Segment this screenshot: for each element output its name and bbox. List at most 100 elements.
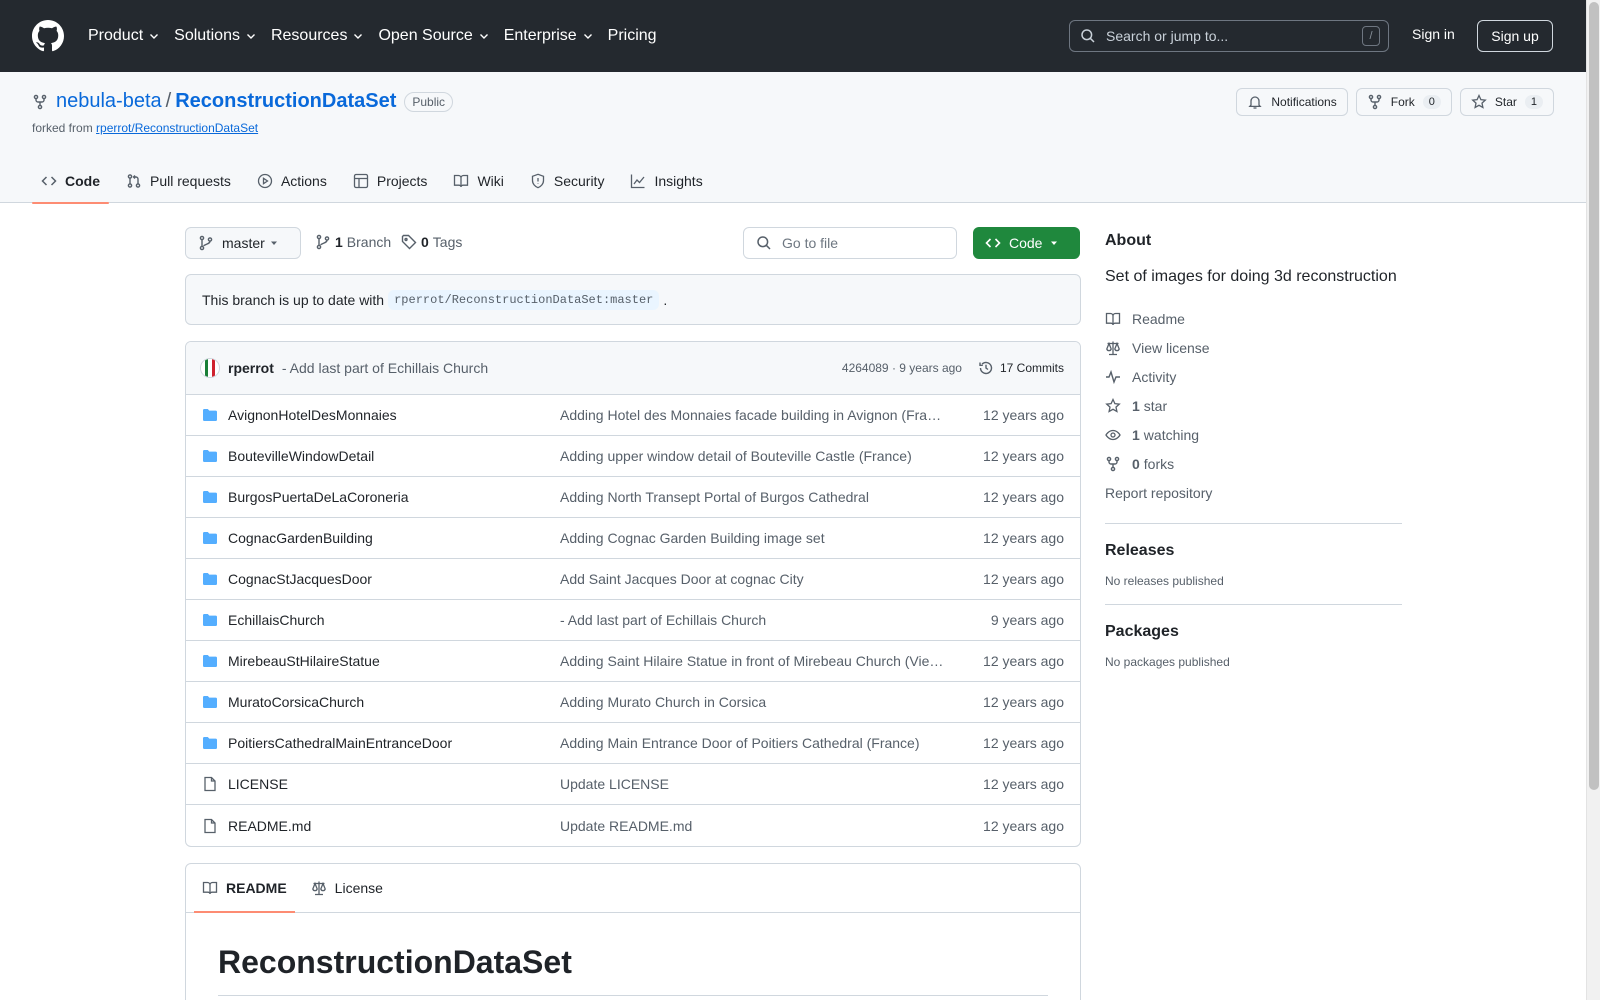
sign-up-button[interactable]: Sign up — [1477, 20, 1553, 52]
page-scrollbar[interactable] — [1586, 0, 1600, 1000]
report-repository-link[interactable]: Report repository — [1105, 478, 1402, 507]
repo-name-link[interactable]: ReconstructionDataSet — [175, 90, 396, 113]
file-commit-message-link[interactable]: Adding Main Entrance Door of Poitiers Ca… — [560, 735, 946, 751]
packages-title[interactable]: Packages — [1105, 623, 1402, 641]
file-name-link[interactable]: CognacStJacquesDoor — [228, 571, 560, 587]
packages-note: No packages published — [1105, 655, 1230, 669]
file-commit-message-link[interactable]: Adding North Transept Portal of Burgos C… — [560, 489, 946, 505]
tab-pull-requests[interactable]: Pull requests — [117, 158, 240, 203]
file-row[interactable]: BurgosPuertaDeLaCoroneria Adding North Tr… — [186, 477, 1080, 518]
tab-actions[interactable]: Actions — [248, 158, 336, 203]
code-button[interactable]: Code — [973, 227, 1080, 259]
file-row[interactable]: AvignonHotelDesMonnaies Adding Hotel des … — [186, 395, 1080, 436]
file-commit-message-link[interactable]: Adding upper window detail of Bouteville… — [560, 448, 946, 464]
commit-author-link[interactable]: rperrot — [228, 360, 274, 376]
file-name-link[interactable]: README.md — [228, 818, 560, 834]
bell-icon — [1248, 96, 1262, 109]
file-commit-message-link[interactable]: Adding Hotel des Monnaies facade buildin… — [560, 407, 946, 423]
forked-source-link[interactable]: rperrot/ReconstructionDataSet — [96, 121, 258, 135]
file-row[interactable]: README.md Update README.md 12 years ago — [186, 805, 1080, 846]
branch-status-text: This branch is up to date with — [202, 291, 385, 308]
star-label: Star — [1494, 95, 1517, 109]
file-name-link[interactable]: AvignonHotelDesMonnaies — [228, 407, 560, 423]
repo-owner-link[interactable]: nebula-beta — [56, 90, 162, 113]
tab-code[interactable]: Code — [32, 158, 109, 204]
notifications-button[interactable]: Notifications — [1236, 88, 1348, 116]
nav-resources[interactable]: Resources — [271, 27, 364, 45]
nav-solutions[interactable]: Solutions — [174, 27, 257, 45]
tab-security[interactable]: Security — [521, 158, 614, 203]
fork-label: Fork — [1390, 95, 1415, 109]
commits-history-link[interactable]: 17 Commits — [978, 360, 1064, 376]
scrollbar-thumb[interactable] — [1589, 2, 1599, 790]
branch-selector[interactable]: master — [185, 227, 301, 259]
fork-button[interactable]: Fork 0 — [1355, 88, 1452, 116]
file-name-link[interactable]: MuratoCorsicaChurch — [228, 694, 560, 710]
file-commit-age: 12 years ago — [983, 571, 1064, 587]
tab-insights[interactable]: Insights — [621, 158, 711, 203]
search-input[interactable]: Search or jump to... / — [1069, 20, 1389, 52]
file-commit-message-link[interactable]: Add Saint Jacques Door at cognac City — [560, 571, 946, 587]
folder-icon — [203, 409, 217, 421]
file-commit-age: 12 years ago — [983, 817, 1064, 834]
releases-title[interactable]: Releases — [1105, 542, 1402, 560]
file-row[interactable]: PoitiersCathedralMainEntranceDoor Adding … — [186, 723, 1080, 764]
file-row[interactable]: BoutevilleWindowDetail Adding upper windo… — [186, 436, 1080, 477]
tab-projects[interactable]: Projects — [344, 158, 437, 203]
code-icon — [985, 238, 1001, 248]
commit-hash-and-age[interactable]: 4264089 · 9 years ago — [842, 361, 962, 375]
readme-heading: ReconstructionDataSet — [218, 944, 572, 980]
repo-tabs: Code Pull requests Actions Projects Wiki… — [32, 158, 720, 204]
readme-link[interactable]: Readme — [1105, 304, 1402, 333]
file-name-link[interactable]: CognacGardenBuilding — [228, 530, 560, 546]
commit-message-link[interactable]: - Add last part of Echillais Church — [282, 360, 488, 376]
watchers-link[interactable]: 1 watching — [1105, 420, 1402, 449]
file-row[interactable]: CognacGardenBuilding Adding Cognac Garden… — [186, 518, 1080, 559]
github-logo-icon[interactable] — [32, 20, 64, 52]
file-commit-age: 12 years ago — [983, 448, 1064, 464]
star-button[interactable]: Star 1 — [1459, 88, 1554, 116]
file-row[interactable]: LICENSE Update LICENSE 12 years ago — [186, 764, 1080, 805]
file-commit-message-link[interactable]: Adding Saint Hilaire Statue in front of … — [560, 653, 946, 669]
avatar[interactable] — [200, 358, 220, 378]
latest-commit-bar: rperrot - Add last part of Echillais Chu… — [186, 342, 1080, 395]
file-name-link[interactable]: BurgosPuertaDeLaCoroneria — [228, 489, 560, 505]
repo-actions: Notifications Fork 0 Star 1 — [1236, 88, 1554, 116]
nav-product[interactable]: Product — [88, 27, 160, 45]
activity-link[interactable]: Activity — [1105, 362, 1402, 391]
file-commit-message-link[interactable]: - Add last part of Echillais Church — [560, 612, 946, 628]
forks-link[interactable]: 0 forks — [1105, 449, 1402, 478]
tab-code-label: Code — [65, 172, 100, 189]
file-row[interactable]: EchillaisChurch - Add last part of Echill… — [186, 600, 1080, 641]
file-name-link[interactable]: LICENSE — [228, 776, 560, 792]
nav-pricing[interactable]: Pricing — [608, 27, 657, 45]
branches-link[interactable]: 1 Branch — [315, 234, 391, 250]
file-commit-message-link[interactable]: Update LICENSE — [560, 776, 946, 792]
search-shortcut-hint: / — [1362, 26, 1380, 46]
file-commit-message-link[interactable]: Adding Murato Church in Corsica — [560, 694, 946, 710]
file-name-link[interactable]: BoutevilleWindowDetail — [228, 448, 560, 464]
upstream-ref[interactable]: rperrot/ReconstructionDataSet:master — [388, 289, 660, 310]
nav-open-source[interactable]: Open Source — [378, 27, 489, 45]
folder-icon — [203, 573, 217, 585]
file-name-link[interactable]: PoitiersCathedralMainEntranceDoor — [228, 735, 560, 751]
nav-enterprise[interactable]: Enterprise — [504, 27, 594, 45]
file-name-link[interactable]: EchillaisChurch — [228, 612, 560, 628]
sign-in-link[interactable]: Sign in — [1412, 26, 1455, 42]
file-row[interactable]: MuratoCorsicaChurch Adding Murato Church … — [186, 682, 1080, 723]
readme-tab[interactable]: README — [194, 864, 295, 913]
stars-link[interactable]: 1 star — [1105, 391, 1402, 420]
go-to-file-input[interactable]: Go to file — [743, 227, 957, 259]
file-row[interactable]: CognacStJacquesDoor Add Saint Jacques Doo… — [186, 559, 1080, 600]
tab-wiki[interactable]: Wiki — [444, 158, 512, 203]
view-license-link[interactable]: View license — [1105, 333, 1402, 362]
file-name-link[interactable]: MirebeauStHilaireStatue — [228, 653, 560, 669]
search-icon — [1081, 29, 1095, 43]
tags-link[interactable]: 0 Tags — [401, 234, 462, 250]
file-commit-message-link[interactable]: Adding Cognac Garden Building image set — [560, 530, 946, 546]
repo-forked-icon — [1106, 456, 1120, 471]
file-row[interactable]: MirebeauStHilaireStatue Adding Saint Hila… — [186, 641, 1080, 682]
branch-status-suffix: . — [663, 291, 668, 308]
license-tab[interactable]: License — [303, 864, 391, 912]
file-commit-message-link[interactable]: Update README.md — [560, 818, 946, 834]
